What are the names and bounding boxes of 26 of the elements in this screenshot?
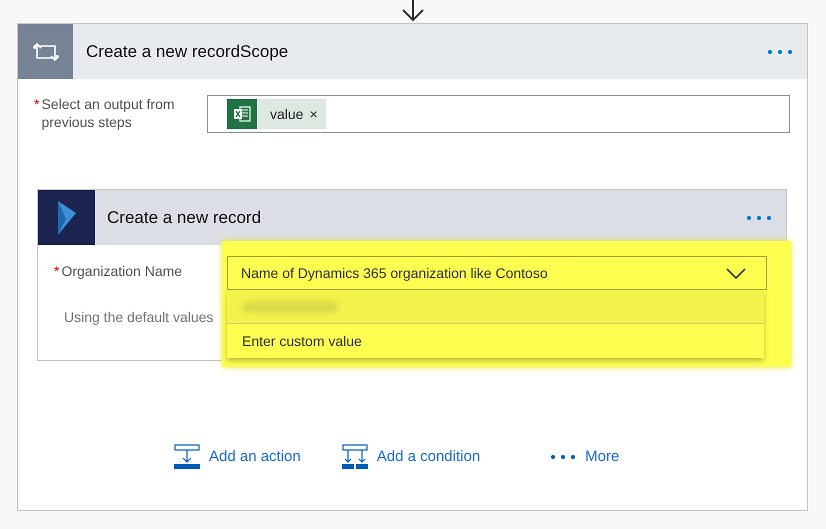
remove-token-button[interactable]: × bbox=[309, 104, 318, 124]
default-values-note: Using the default values bbox=[64, 308, 214, 327]
record-title: Create a new record bbox=[107, 206, 262, 229]
scope-title: Create a new recordScope bbox=[86, 40, 290, 63]
organization-dropdown[interactable]: Name of Dynamics 365 organization like Contoso bbox=[227, 256, 767, 290]
more-options-icon[interactable] bbox=[746, 214, 772, 220]
dropdown-option[interactable]: Enter custom value bbox=[227, 324, 764, 358]
chevron-down-icon bbox=[726, 268, 746, 278]
value-token[interactable]: value × bbox=[227, 99, 326, 129]
token-label: value bbox=[270, 104, 304, 124]
down-arrow-icon bbox=[401, 0, 425, 22]
more-link[interactable]: More bbox=[550, 446, 620, 468]
field-label: Select an output from previous steps bbox=[41, 95, 176, 131]
dynamics-logo-icon bbox=[56, 200, 76, 234]
add-condition-icon bbox=[342, 444, 368, 470]
output-field[interactable]: value × bbox=[207, 95, 790, 133]
field-label: Organization Name bbox=[61, 262, 182, 281]
required-asterisk: * bbox=[54, 262, 60, 281]
add-action-icon bbox=[174, 444, 200, 470]
spreadsheet-icon bbox=[233, 106, 251, 122]
required-asterisk: * bbox=[34, 95, 40, 113]
more-options-icon[interactable] bbox=[767, 48, 793, 54]
loop-icon bbox=[32, 40, 58, 62]
add-action-link[interactable]: Add an action bbox=[174, 444, 301, 470]
more-icon bbox=[550, 454, 576, 460]
add-condition-link[interactable]: Add a condition bbox=[342, 444, 480, 470]
